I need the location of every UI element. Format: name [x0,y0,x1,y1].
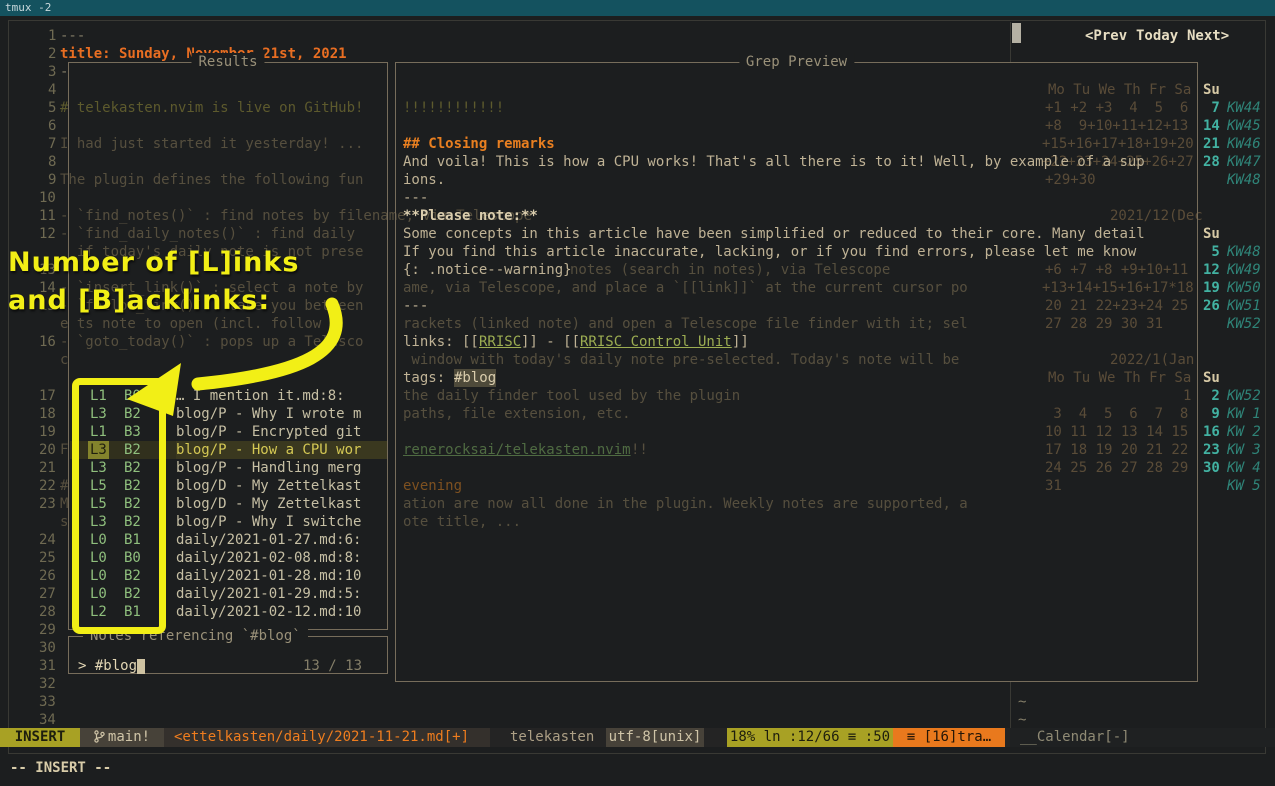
preview-line: ]] - [[ [521,333,580,351]
preview-line: tags: [403,369,454,387]
statusline: INSERT main! <ettelkasten/daily/2021-11-… [0,728,1275,747]
preview-line: links: [[ [403,333,479,351]
preview-line: **Please note:** [403,207,538,225]
preview-line: ions. [403,171,445,189]
text-cursor [137,659,145,674]
preview-line: If you find this article inaccurate, lac… [403,243,1136,261]
vim-mode-message: -- INSERT -- [10,760,111,776]
preview-line: ]] [732,333,749,351]
mode-indicator: INSERT [0,728,80,747]
preview-line: {: .notice--warning} [403,261,572,279]
preview-heading: ## Closing remarks [403,135,555,153]
git-branch-label: main! [108,729,150,745]
preview-line: --- [403,297,428,315]
annotation-highlight-box [72,378,166,634]
tag-highlight: #blog [454,369,496,387]
result-count: 13 / 13 [303,657,362,675]
note-link[interactable]: RRISC [479,333,521,351]
git-branch-segment: main! [80,728,164,747]
foreground-text-layer: ## Closing remarksAnd voila! This is how… [0,0,1275,786]
position-segment: 18% ln :12/66 ≡ :50 [727,728,893,747]
preview-line: And voila! This is how a CPU works! That… [403,153,1145,171]
warning-segment: ≡ [16]tra… [893,728,1005,747]
prompt-input[interactable]: > #blog [78,657,137,675]
annotation-text-line1: Number of [L]inks [8,246,299,280]
calendar-statusline-segment: __Calendar[-] [1010,728,1275,747]
git-branch-icon [94,730,105,743]
preview-line: Some concepts in this article have been … [403,225,1145,243]
filetype-segment: telekasten [496,728,616,747]
filename-segment: <ettelkasten/daily/2021-11-21.md[+] [164,728,490,747]
preview-line: --- [403,189,428,207]
annotation-text-line2: and [B]acklinks: [8,284,270,318]
encoding-segment: utf-8[unix] [606,728,704,747]
note-link[interactable]: RRISC Control Unit [580,333,732,351]
